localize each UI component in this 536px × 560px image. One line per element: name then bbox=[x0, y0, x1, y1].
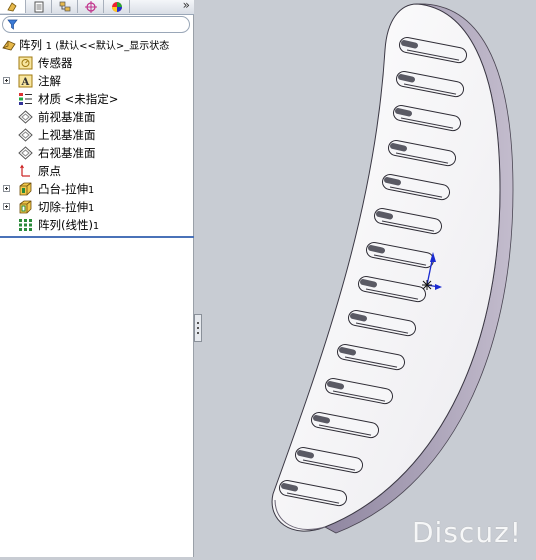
property-manager-tab[interactable] bbox=[26, 0, 52, 13]
expand-toggle-icon[interactable] bbox=[3, 77, 10, 84]
tree-item-linear-pattern[interactable]: 阵列(线性)1 bbox=[0, 216, 194, 234]
panel-tab-bar: » bbox=[0, 0, 194, 15]
tree-item-label: 切除-拉伸 bbox=[38, 200, 89, 214]
slot-wall bbox=[313, 415, 330, 424]
tree-item-label: 上视基准面 bbox=[38, 128, 96, 142]
property-manager-icon bbox=[34, 1, 43, 12]
origin-icon bbox=[20, 164, 30, 177]
configuration-manager-tab[interactable] bbox=[52, 0, 78, 13]
tree-item-index: 1 bbox=[88, 203, 95, 214]
rollback-bar[interactable] bbox=[0, 236, 194, 238]
tree-item-top-plane[interactable]: 上视基准面 bbox=[0, 126, 194, 144]
tree-item-label: 传感器 bbox=[38, 56, 73, 70]
slot-wall bbox=[368, 245, 385, 254]
plane-icon bbox=[18, 146, 33, 160]
slot-wall bbox=[390, 143, 407, 152]
tree-item-origin[interactable]: 原点 bbox=[0, 162, 194, 180]
configuration-manager-icon bbox=[59, 1, 70, 11]
tree-item-label: 阵列(线性) bbox=[38, 218, 93, 232]
tree-filter-input[interactable] bbox=[2, 16, 190, 33]
tree-item-cut-extrude[interactable]: 切除-拉伸1 bbox=[0, 198, 194, 216]
tree-root-config: 1 (默认<<默认>_显示状态 bbox=[45, 41, 170, 52]
material-icon bbox=[19, 93, 32, 105]
tree-item-label: 材质 <未指定> bbox=[38, 92, 119, 106]
slot-wall bbox=[297, 450, 314, 459]
slot-wall bbox=[339, 347, 356, 356]
tree-item-label: 注解 bbox=[38, 74, 61, 88]
tree-root-name: 阵列 bbox=[19, 38, 42, 52]
linear-pattern-icon bbox=[19, 219, 32, 231]
part-icon bbox=[2, 40, 16, 51]
extrude-cut-icon bbox=[19, 200, 32, 214]
annotation-icon: A bbox=[18, 74, 33, 88]
tree-item-front-plane[interactable]: 前视基准面 bbox=[0, 108, 194, 126]
slot-wall bbox=[384, 177, 401, 186]
tree-item-label: 前视基准面 bbox=[38, 110, 96, 124]
feature-manager-tab[interactable] bbox=[0, 0, 26, 13]
tree-root-part[interactable]: 阵列 1 (默认<<默认>_显示状态 bbox=[0, 36, 194, 54]
dimxpert-icon bbox=[84, 0, 97, 13]
tree-item-label: 凸台-拉伸 bbox=[38, 182, 89, 196]
dimxpert-tab[interactable] bbox=[78, 0, 104, 13]
slot-wall bbox=[376, 211, 393, 220]
tree-item-label: 右视基准面 bbox=[38, 146, 96, 160]
expand-toggle-icon[interactable] bbox=[3, 185, 10, 192]
tree-item-label: 原点 bbox=[38, 164, 61, 178]
feature-tree: 阵列 1 (默认<<默认>_显示状态 传感器 A 注解 材质 <未指定> 前视基… bbox=[0, 36, 194, 234]
tree-item-annotations[interactable]: A 注解 bbox=[0, 72, 194, 90]
tree-item-sensors[interactable]: 传感器 bbox=[0, 54, 194, 72]
part-model-view[interactable] bbox=[195, 0, 536, 557]
watermark-logo: Discuz! bbox=[412, 516, 522, 549]
tree-item-material[interactable]: 材质 <未指定> bbox=[0, 90, 194, 108]
tree-item-right-plane[interactable]: 右视基准面 bbox=[0, 144, 194, 162]
slot-wall bbox=[395, 108, 412, 117]
slot-wall bbox=[327, 381, 344, 390]
plane-icon bbox=[18, 110, 33, 124]
slot-wall bbox=[360, 279, 377, 288]
feature-manager-icon bbox=[6, 1, 17, 11]
display-manager-icon bbox=[111, 1, 122, 12]
sensor-icon bbox=[18, 56, 33, 70]
expand-toggle-icon[interactable] bbox=[3, 203, 10, 210]
graphics-viewport[interactable]: Discuz! bbox=[195, 0, 536, 557]
more-tabs-chevron-icon[interactable]: » bbox=[183, 0, 190, 12]
slot-wall bbox=[281, 483, 298, 492]
display-manager-tab[interactable] bbox=[104, 0, 130, 13]
tree-item-index: 1 bbox=[88, 185, 95, 196]
tree-item-boss-extrude[interactable]: 凸台-拉伸1 bbox=[0, 180, 194, 198]
plane-icon bbox=[18, 128, 33, 142]
tree-item-index: 1 bbox=[92, 221, 100, 232]
slot-wall bbox=[401, 40, 418, 49]
slot-wall bbox=[398, 74, 415, 83]
svg-text:A: A bbox=[21, 77, 30, 88]
feature-manager-panel: » 阵列 1 (默认<<默认>_显示状态 传感器 A 注解 材质 <未指定> 前… bbox=[0, 0, 194, 557]
extrude-boss-icon bbox=[19, 182, 32, 196]
filter-icon bbox=[7, 19, 18, 30]
slot-wall bbox=[350, 313, 367, 322]
